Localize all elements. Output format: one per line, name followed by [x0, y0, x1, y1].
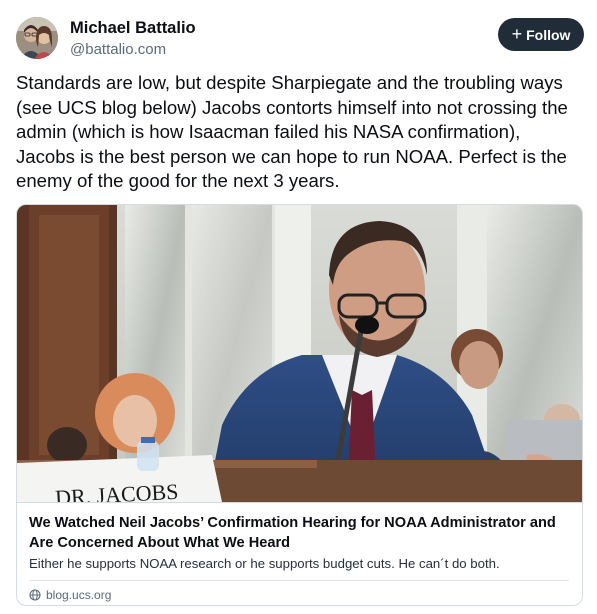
- link-card-domain-text: blog.ucs.org: [46, 588, 112, 602]
- author-handle[interactable]: @battalio.com: [70, 41, 166, 58]
- follow-label: Follow: [526, 26, 571, 43]
- link-card-image: DR. JACOBS: [17, 205, 582, 502]
- link-card-title[interactable]: We Watched Neil Jacobs’ Confirmation Hea…: [29, 513, 569, 553]
- plus-icon: +: [511, 24, 523, 44]
- post-text: Standards are low, but despite Sharpiega…: [16, 72, 568, 191]
- avatar-photo: [16, 17, 58, 59]
- link-card-description: Either he supports NOAA research or he s…: [29, 556, 500, 571]
- author-display-name[interactable]: Michael Battalio: [70, 19, 196, 38]
- link-card[interactable]: DR. JACOBS We Watched Neil Jacobs’ Confi…: [16, 204, 583, 606]
- follow-button[interactable]: + Follow: [498, 18, 584, 51]
- avatar[interactable]: [16, 17, 58, 59]
- link-card-divider: [29, 580, 569, 581]
- link-card-domain[interactable]: blog.ucs.org: [29, 588, 111, 602]
- globe-icon: [29, 589, 41, 601]
- link-card-body: We Watched Neil Jacobs’ Confirmation Hea…: [17, 502, 582, 602]
- post: Michael Battalio @battalio.com + Follow …: [0, 0, 597, 614]
